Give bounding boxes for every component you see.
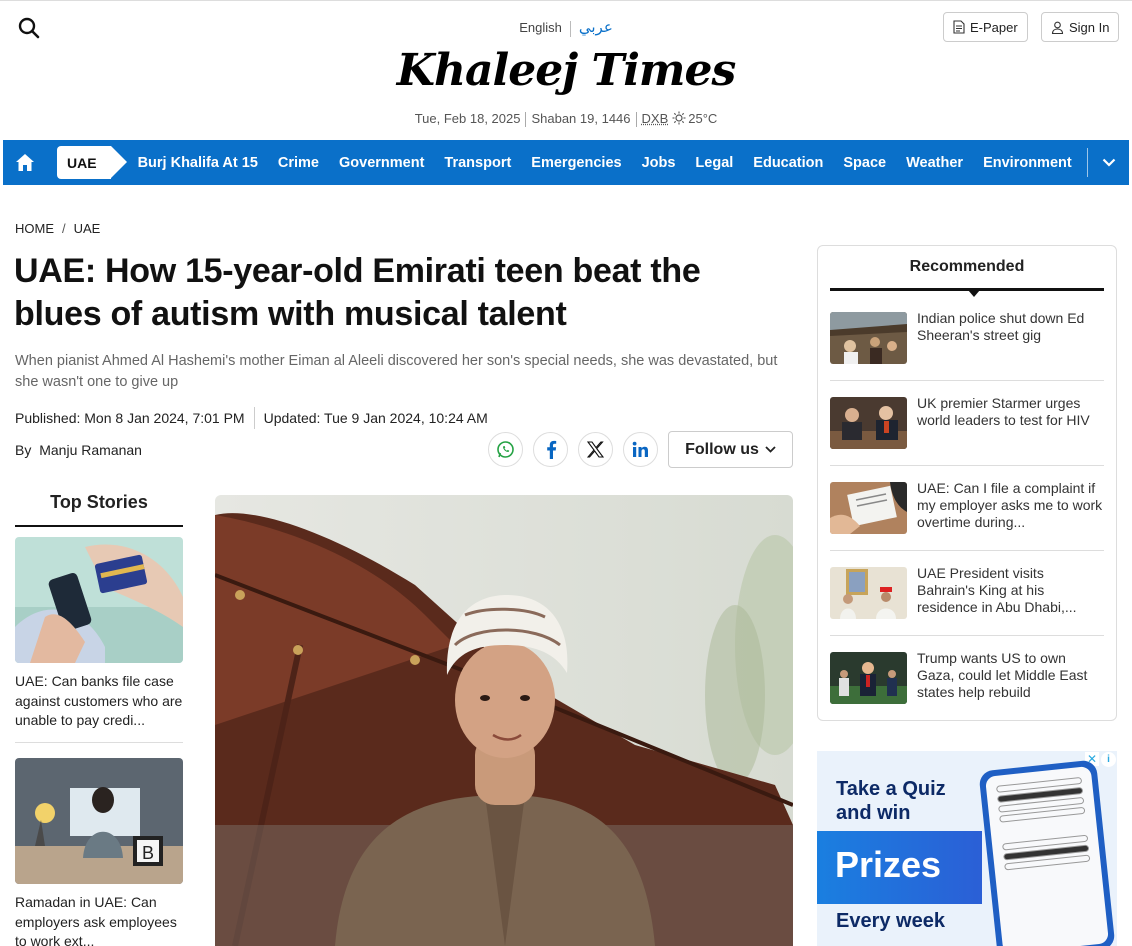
- nav-section-uae[interactable]: UAE: [57, 146, 126, 179]
- dateline: Tue, Feb 18, 2025 Shaban 19, 1446 DXB 25°C: [0, 111, 1132, 128]
- recommended-item[interactable]: UAE: Can I file a complaint if my employ…: [830, 480, 1104, 534]
- follow-us-button[interactable]: Follow us: [668, 431, 793, 468]
- lang-arabic-link[interactable]: عربي: [579, 18, 613, 36]
- recommended-divider: [830, 635, 1104, 636]
- top-story-image-2[interactable]: B: [15, 758, 183, 884]
- sun-icon: [672, 111, 686, 125]
- author-link[interactable]: Manju Ramanan: [39, 442, 142, 458]
- nav-item-jobs[interactable]: Jobs: [642, 155, 676, 171]
- chevron-down-icon: [765, 446, 776, 453]
- breadcrumb-separator: /: [62, 221, 66, 236]
- temperature: 25°C: [688, 111, 718, 126]
- epaper-label: E-Paper: [970, 19, 1018, 35]
- recommended-item[interactable]: Indian police shut down Ed Sheeran's str…: [830, 310, 1104, 364]
- recommended-headline: UK premier Starmer urges world leaders t…: [917, 395, 1090, 428]
- document-icon: [953, 20, 965, 34]
- signin-label: Sign In: [1069, 19, 1110, 35]
- home-icon[interactable]: [3, 140, 47, 185]
- nav-items: Burj Khalifa At 15 Crime Government Tran…: [138, 155, 1092, 171]
- ad-line-1: Take a Quiz: [836, 778, 946, 800]
- nav-item-burj-khalifa[interactable]: Burj Khalifa At 15: [138, 155, 258, 171]
- recommended-headline: Indian police shut down Ed Sheeran's str…: [917, 310, 1085, 343]
- recommended-headline: Trump wants US to own Gaza, could let Mi…: [917, 650, 1088, 700]
- top-story-headline-1[interactable]: UAE: Can banks file case against custome…: [15, 672, 185, 731]
- recommended-headline: UAE President visits Bahrain's King at h…: [917, 565, 1077, 615]
- recommended-panel: Recommended Indian police shut down Ed S…: [817, 245, 1117, 721]
- recommended-underline: [830, 288, 1104, 291]
- nav-item-legal[interactable]: Legal: [695, 155, 733, 171]
- nav-item-transport[interactable]: Transport: [444, 155, 511, 171]
- whatsapp-share-icon[interactable]: [488, 432, 523, 467]
- article-hero-image: [215, 495, 793, 946]
- recommended-item[interactable]: Trump wants US to own Gaza, could let Mi…: [830, 650, 1104, 704]
- recommended-thumbnail: [830, 397, 907, 449]
- recommended-caret: [968, 290, 980, 297]
- hijri-date: Shaban 19, 1446: [531, 111, 631, 126]
- recommended-title: Recommended: [909, 258, 1025, 275]
- updated-date: Updated: Tue 9 Jan 2024, 10:24 AM: [263, 410, 488, 426]
- nav-item-government[interactable]: Government: [339, 155, 424, 171]
- recommended-divider: [830, 550, 1104, 551]
- article-summary: When pianist Ahmed Al Hashemi's mother E…: [15, 353, 778, 390]
- recommended-headline: UAE: Can I file a complaint if my employ…: [917, 480, 1103, 530]
- city-code: DXB: [641, 111, 669, 126]
- top-stories-divider: [15, 742, 183, 743]
- nav-item-education[interactable]: Education: [753, 155, 823, 171]
- ad-phone-graphic: [978, 759, 1116, 946]
- ad-week-text: Every week: [836, 910, 945, 932]
- recommended-divider: [830, 380, 1104, 381]
- nav-item-environment[interactable]: Environment: [983, 155, 1072, 171]
- facebook-share-icon[interactable]: [533, 432, 568, 467]
- breadcrumb-uae[interactable]: UAE: [74, 221, 101, 236]
- article-headline: UAE: How 15-year-old Emirati teen beat t…: [14, 252, 701, 333]
- ad-phone-screen: [984, 765, 1110, 946]
- recommended-thumbnail: [830, 312, 907, 364]
- recommended-thumbnail: [830, 652, 907, 704]
- site-logo[interactable]: Khaleej Times: [0, 45, 1132, 96]
- epaper-button[interactable]: E-Paper: [943, 12, 1028, 42]
- ad-info-icon[interactable]: i: [1101, 752, 1116, 767]
- published-date: Published: Mon 8 Jan 2024, 7:01 PM: [15, 410, 245, 426]
- nav-item-crime[interactable]: Crime: [278, 155, 319, 171]
- site-header: English عربي Khaleej Times Tue, Feb 18, 2…: [0, 0, 1132, 140]
- recommended-thumbnail: [830, 567, 907, 619]
- byline-prefix: By: [15, 442, 32, 458]
- nav-item-weather[interactable]: Weather: [906, 155, 963, 171]
- top-story-headline-2[interactable]: Ramadan in UAE: Can employers ask employ…: [15, 893, 185, 946]
- nav-item-emergencies[interactable]: Emergencies: [531, 155, 621, 171]
- lang-english-link[interactable]: English: [519, 20, 562, 35]
- svg-text:B: B: [142, 843, 154, 863]
- ad-prizes-text: Prizes: [835, 844, 942, 885]
- breadcrumb: HOME / UAE: [15, 221, 100, 236]
- advertisement-banner[interactable]: ✕ i Take a Quiz and win Prizes Every week: [817, 751, 1117, 946]
- gregorian-date: Tue, Feb 18, 2025: [414, 111, 521, 126]
- recommended-thumbnail: [830, 482, 907, 534]
- top-stories-underline: [15, 525, 183, 527]
- main-navigation: UAE Burj Khalifa At 15 Crime Government …: [3, 140, 1129, 185]
- linkedin-share-icon[interactable]: [623, 432, 658, 467]
- article-timestamps: Published: Mon 8 Jan 2024, 7:01 PM Updat…: [15, 407, 488, 429]
- recommended-item[interactable]: UAE President visits Bahrain's King at h…: [830, 565, 1104, 619]
- byline: By Manju Ramanan: [15, 442, 142, 458]
- top-story-image-1[interactable]: [15, 537, 183, 663]
- signin-button[interactable]: Sign In: [1041, 12, 1120, 42]
- top-stories-title: Top Stories: [50, 492, 148, 512]
- ad-headline: Take a Quiz and win: [836, 777, 946, 825]
- follow-us-label: Follow us: [685, 440, 759, 458]
- user-icon: [1051, 21, 1064, 34]
- breadcrumb-home[interactable]: HOME: [15, 221, 54, 236]
- recommended-divider: [830, 465, 1104, 466]
- nav-item-space[interactable]: Space: [843, 155, 886, 171]
- recommended-item[interactable]: UK premier Starmer urges world leaders t…: [830, 395, 1104, 449]
- x-share-icon[interactable]: [578, 432, 613, 467]
- ad-line-2: and win: [836, 802, 911, 824]
- chevron-down-icon[interactable]: [1087, 148, 1129, 177]
